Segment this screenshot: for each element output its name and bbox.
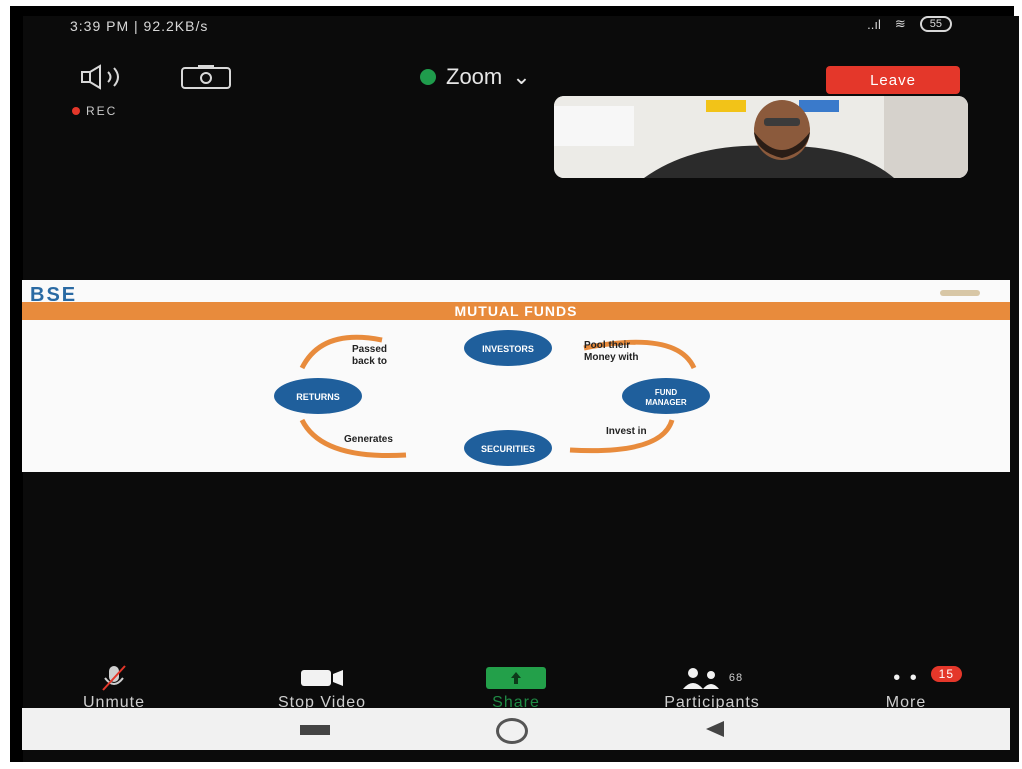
participants-count: 68 [728,672,744,684]
shared-slide: BSE MUTUAL FUNDS INVESTORS FUND MANAGER … [22,280,1010,472]
switch-camera-icon[interactable] [178,64,234,90]
recent-apps-icon[interactable] [300,725,330,735]
chevron-down-icon: ⌄ [512,64,531,89]
participants-button[interactable]: 68 Participants [642,664,782,712]
android-navbar [22,708,1010,750]
node-fund-label-1: FUND [655,388,677,397]
video-camera-icon [252,664,392,692]
person-video-image [554,96,968,178]
share-button[interactable]: Share [446,664,586,712]
stop-video-button[interactable]: Stop Video [252,664,392,712]
more-button[interactable]: • • 15 More [836,664,976,712]
node-investors-label: INVESTORS [482,344,534,354]
signal-icon: ..ıl [867,16,881,32]
home-icon[interactable] [496,718,528,744]
recording-indicator: REC [72,104,117,118]
slide-corner-mark [940,290,980,296]
record-dot-icon [72,107,80,115]
wifi-icon: ≋ [894,16,906,31]
share-screen-icon [486,667,546,689]
microphone-muted-icon [44,664,184,692]
label-invest: Invest in [606,426,647,437]
back-icon[interactable] [706,721,724,737]
status-time: 3:39 PM | 92.2KB/s [70,18,209,34]
node-returns-label: RETURNS [296,392,340,402]
mutual-funds-diagram: INVESTORS FUND MANAGER SECURITIES RETURN… [274,330,710,466]
label-generates: Generates [344,434,393,445]
self-video-thumbnail[interactable] [554,96,968,178]
node-fund-label-2: MANAGER [645,398,687,407]
app-title: Zoom [446,64,503,89]
label-pool-2: Money with [584,352,638,363]
label-passed-1: Passed [352,344,387,355]
speaker-icon[interactable] [80,64,132,90]
leave-button[interactable]: Leave [826,66,960,94]
status-icons: ..ıl ≋ 55 [867,16,952,32]
label-passed-2: back to [352,356,387,367]
unmute-button[interactable]: Unmute [44,664,184,712]
participants-icon: 68 [642,664,782,692]
slide-title: MUTUAL FUNDS [22,302,1010,320]
shield-icon [420,69,436,85]
node-securities-label: SECURITIES [481,444,535,454]
meeting-title[interactable]: Zoom ⌄ [420,64,531,90]
rec-label: REC [86,104,118,118]
battery-icon: 55 [919,16,952,32]
more-badge: 15 [930,666,962,682]
label-pool-1: Pool their [584,340,630,351]
